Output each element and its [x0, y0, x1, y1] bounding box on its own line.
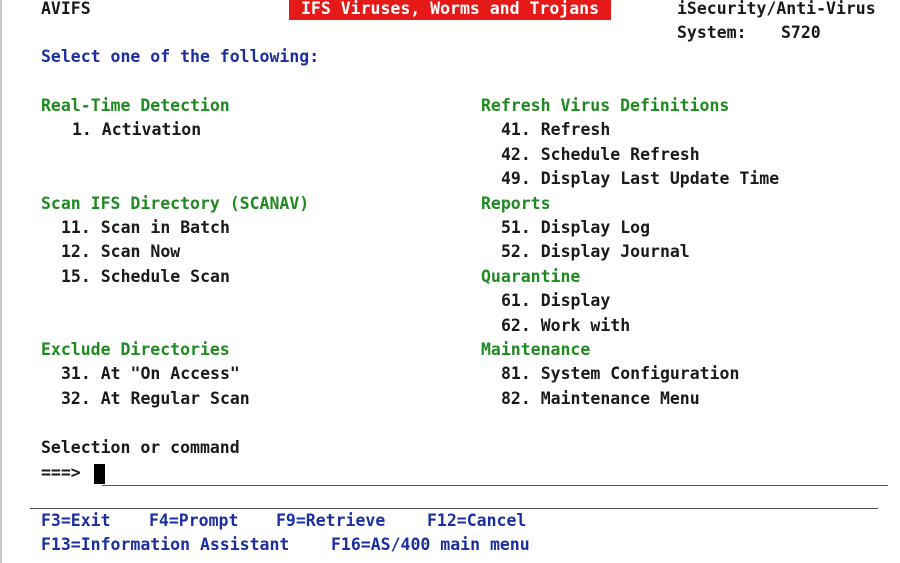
menu-option-51[interactable]: 51. Display Log — [501, 217, 650, 239]
menu-option-61[interactable]: 61. Display — [501, 290, 610, 312]
menu-option-31[interactable]: 31. At "On Access" — [61, 363, 240, 385]
system-label: System: — [677, 23, 747, 42]
heading-scan-ifs-directory: Scan IFS Directory (SCANAV) — [41, 194, 310, 213]
footer-divider — [30, 508, 878, 509]
f3-exit-key[interactable]: F3=Exit — [41, 510, 111, 532]
terminal-screen: AVIFS IFS Viruses, Worms and Trojans iSe… — [0, 0, 900, 563]
menu-option-62[interactable]: 62. Work with — [501, 315, 630, 337]
input-underline — [102, 485, 888, 486]
f16-main-menu-key[interactable]: F16=AS/400 main menu — [331, 534, 530, 556]
heading-maintenance: Maintenance — [481, 340, 591, 359]
menu-option-52[interactable]: 52. Display Journal — [501, 241, 690, 263]
menu-option-41[interactable]: 41. Refresh — [501, 119, 610, 141]
f12-cancel-key[interactable]: F12=Cancel — [427, 510, 526, 532]
program-name: AVIFS — [41, 0, 91, 18]
command-arrow: ===> — [41, 463, 81, 482]
menu-option-15[interactable]: 15. Schedule Scan — [61, 266, 230, 288]
heading-reports: Reports — [481, 194, 551, 213]
f13-information-assistant-key[interactable]: F13=Information Assistant — [41, 534, 289, 556]
menu-title: IFS Viruses, Worms and Trojans — [289, 0, 612, 20]
menu-option-49[interactable]: 49. Display Last Update Time — [501, 168, 779, 190]
menu-option-12[interactable]: 12. Scan Now — [61, 241, 180, 263]
product-name: iSecurity/Anti-Virus — [677, 0, 876, 18]
menu-option-81[interactable]: 81. System Configuration — [501, 363, 739, 385]
f4-prompt-key[interactable]: F4=Prompt — [149, 510, 238, 532]
menu-option-11[interactable]: 11. Scan in Batch — [61, 217, 230, 239]
heading-refresh-virus-definitions: Refresh Virus Definitions — [481, 96, 730, 115]
menu-option-42[interactable]: 42. Schedule Refresh — [501, 144, 700, 166]
heading-quarantine: Quarantine — [481, 267, 581, 286]
heading-realtime-detection: Real-Time Detection — [41, 96, 230, 115]
command-label: Selection or command — [41, 438, 240, 457]
f9-retrieve-key[interactable]: F9=Retrieve — [276, 510, 385, 532]
menu-option-1[interactable]: 1. Activation — [72, 119, 201, 141]
text-cursor — [94, 464, 105, 484]
select-prompt: Select one of the following: — [41, 47, 320, 66]
menu-option-32[interactable]: 32. At Regular Scan — [61, 388, 250, 410]
system-value: S720 — [781, 23, 821, 42]
menu-option-82[interactable]: 82. Maintenance Menu — [501, 388, 700, 410]
heading-exclude-directories: Exclude Directories — [41, 340, 230, 359]
